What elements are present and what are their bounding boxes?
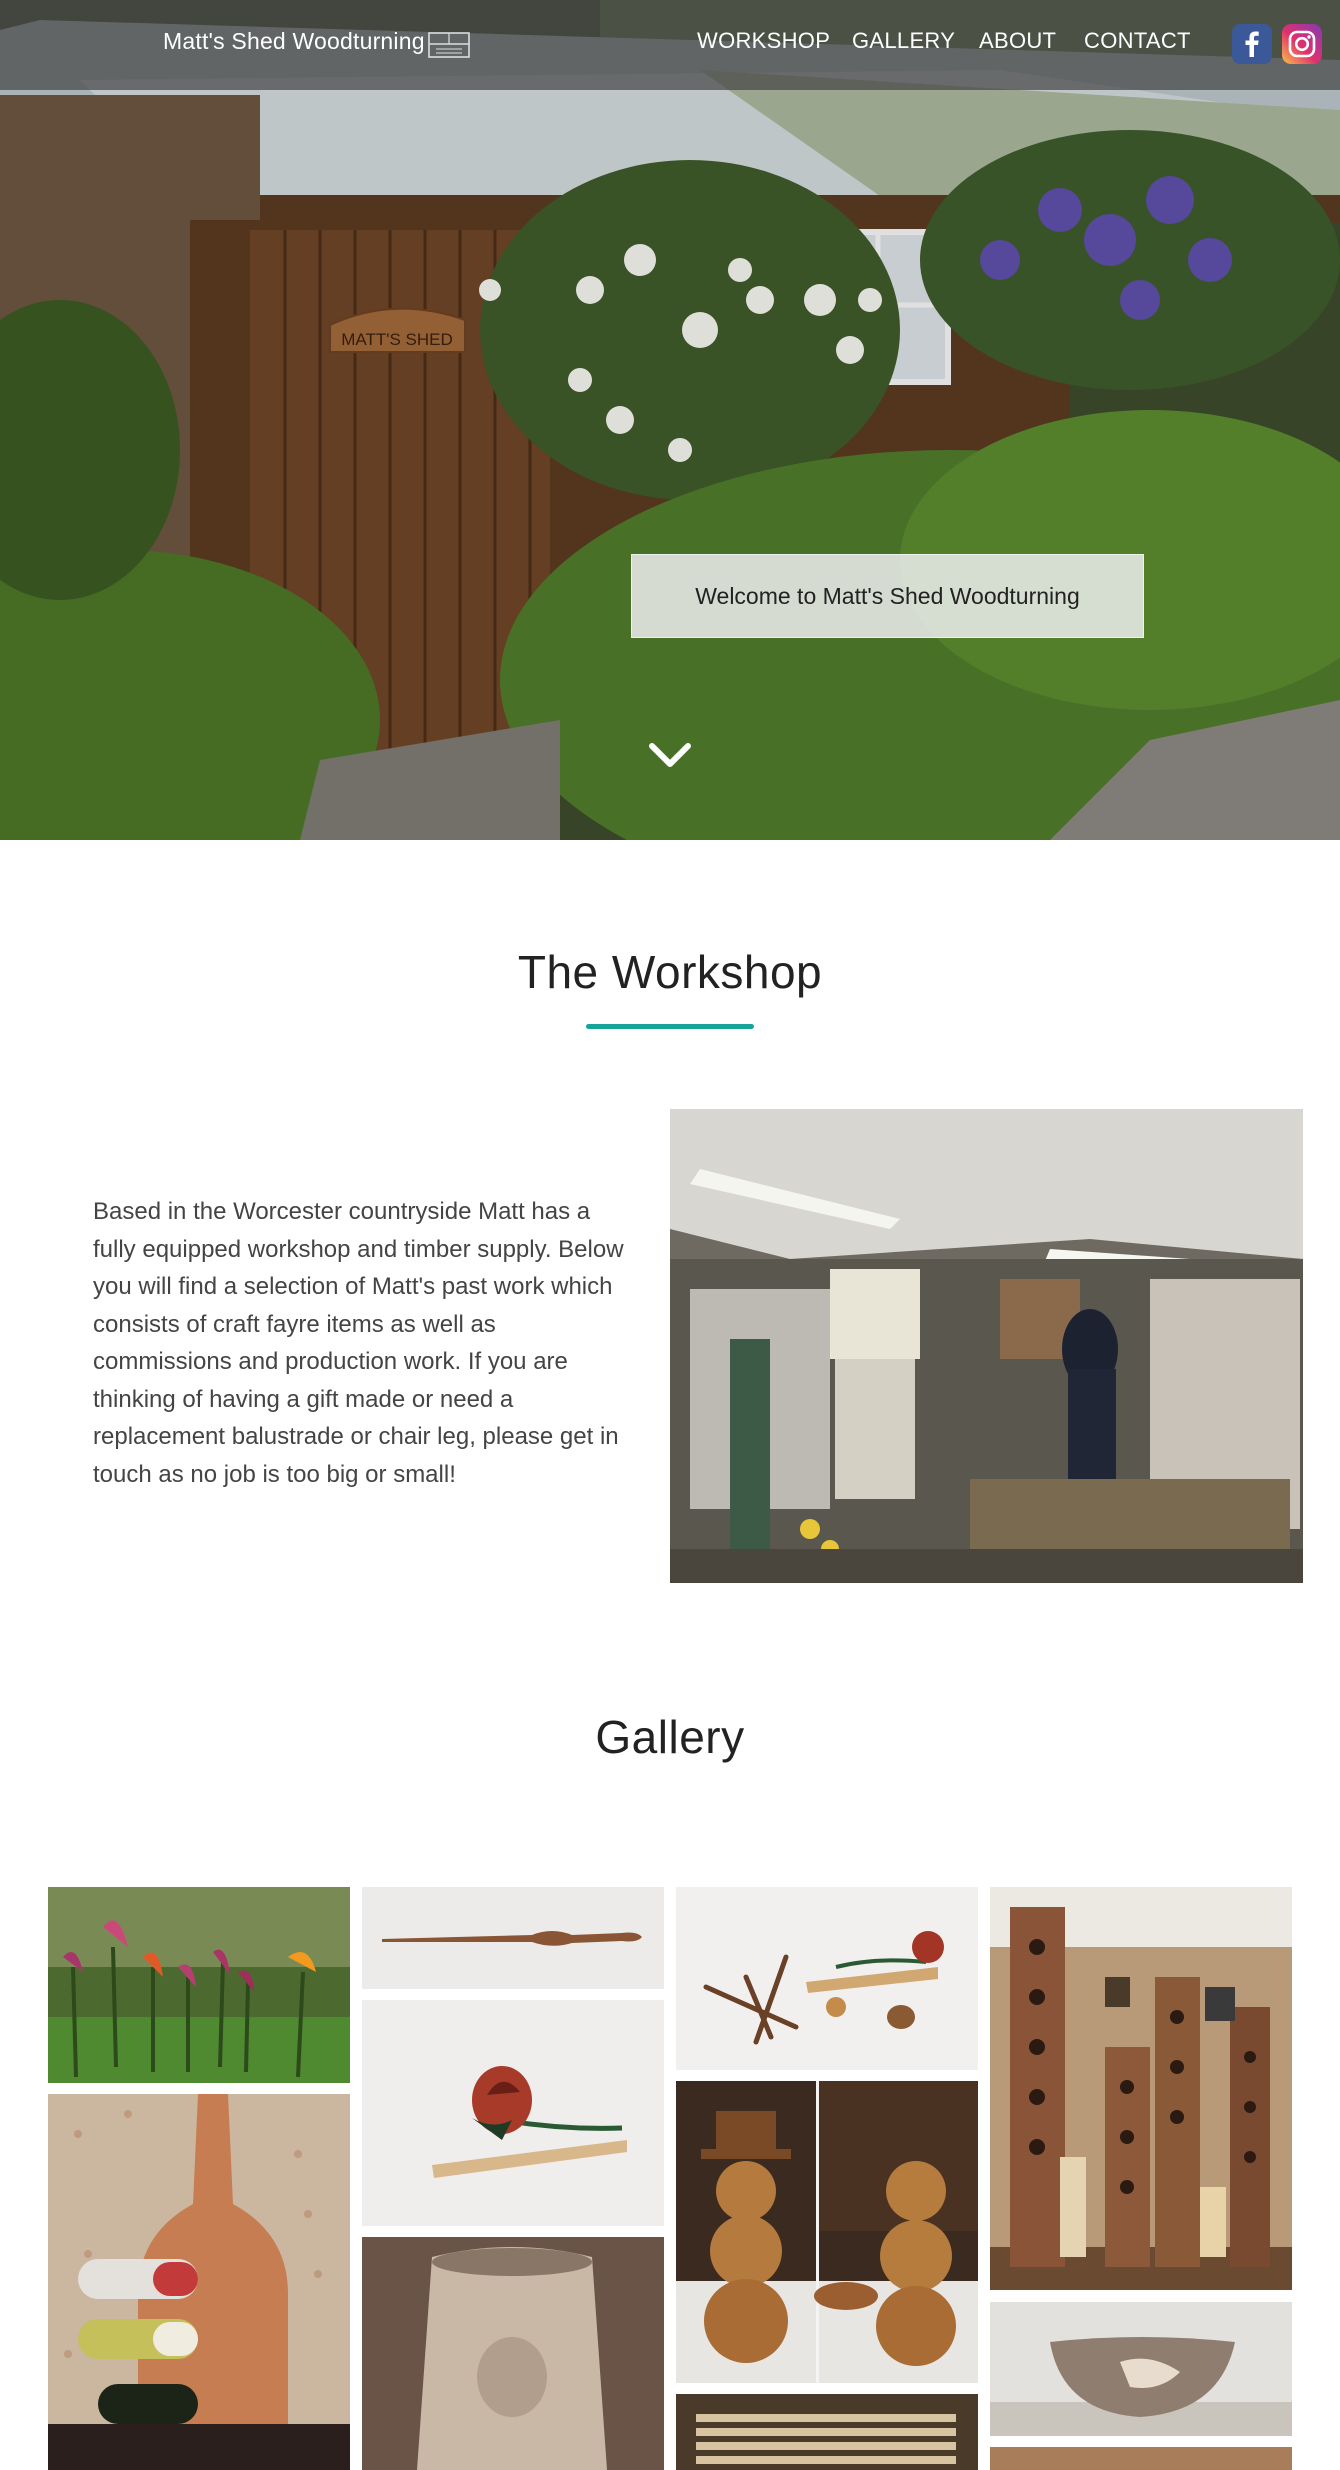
- gallery-heading: Gallery: [595, 1711, 745, 1763]
- gallery-item-spindles[interactable]: [676, 2394, 978, 2470]
- nav-gallery[interactable]: GALLERY: [852, 28, 955, 54]
- instagram-icon[interactable]: [1282, 24, 1322, 64]
- hero-section: MATT'S SHED Matt's Shed Woodturning WORK…: [0, 0, 1340, 840]
- workshop-photo[interactable]: [670, 1109, 1303, 1583]
- gallery-item-partial[interactable]: [990, 2447, 1292, 2470]
- gallery-item-snowmen[interactable]: [676, 2081, 978, 2383]
- gallery-item-wand[interactable]: [362, 1887, 664, 1989]
- gallery-item-burl-vase[interactable]: [362, 2237, 664, 2470]
- gallery-item-log-wine-racks[interactable]: [990, 1887, 1292, 2290]
- hero-image-shed: MATT'S SHED: [0, 0, 1340, 840]
- nav-workshop[interactable]: WORKSHOP: [697, 28, 830, 54]
- gallery-item-bowl[interactable]: [990, 2302, 1292, 2436]
- welcome-banner: Welcome to Matt's Shed Woodturning: [631, 554, 1144, 638]
- nav-about[interactable]: ABOUT: [979, 28, 1056, 54]
- gallery-item-bottle-wine-rack[interactable]: [48, 2094, 350, 2470]
- facebook-icon[interactable]: [1232, 24, 1272, 64]
- nav-contact[interactable]: CONTACT: [1084, 28, 1191, 54]
- heading-underline: [586, 1024, 754, 1029]
- top-navigation-bar: Matt's Shed Woodturning WORKSHOP GALLERY…: [0, 0, 1340, 90]
- gallery-item-lilies[interactable]: [48, 1887, 350, 2083]
- workshop-description: Based in the Worcester countryside Matt …: [93, 1198, 624, 1488]
- workshop-heading: The Workshop: [517, 946, 823, 998]
- shed-logo-icon: [428, 32, 470, 58]
- gallery-item-wands-and-rose[interactable]: [676, 1887, 978, 2070]
- chevron-down-icon[interactable]: [648, 740, 692, 770]
- site-brand[interactable]: Matt's Shed Woodturning: [163, 28, 425, 55]
- gallery-item-wooden-rose[interactable]: [362, 2000, 664, 2226]
